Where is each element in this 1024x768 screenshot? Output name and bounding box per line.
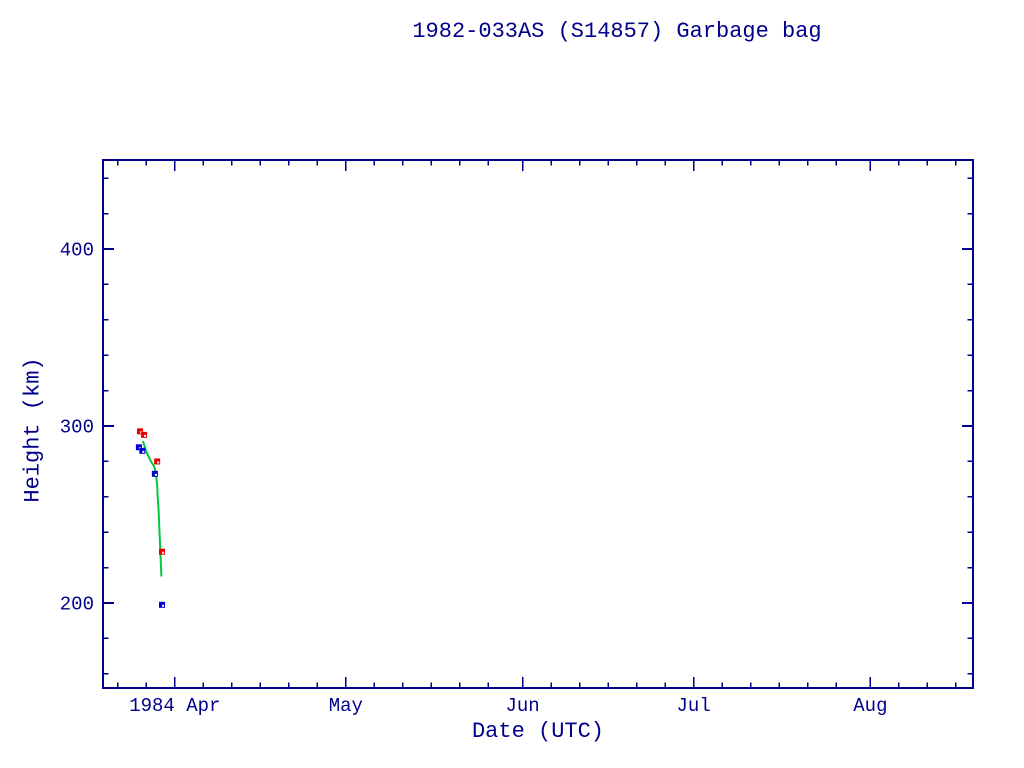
y-axis-title: Height (km) xyxy=(21,357,46,502)
marker-dot xyxy=(162,605,164,607)
y-tick-label: 200 xyxy=(60,594,94,616)
x-axis-title: Date (UTC) xyxy=(472,719,604,744)
x-tick-label: Aug xyxy=(853,695,887,717)
marker-dot xyxy=(157,461,159,463)
x-tick-label: May xyxy=(329,695,363,717)
series-perigee-height xyxy=(136,444,165,608)
x-tick-label: Jul xyxy=(677,695,711,717)
axis-ticks xyxy=(103,160,973,688)
tick-labels: 1984 Apr May Jun Jul Aug 200 300 400 xyxy=(60,240,888,717)
plot-area: 1984 Apr May Jun Jul Aug 200 300 400 xyxy=(0,0,1024,768)
marker-dot xyxy=(142,451,144,453)
marker-dot xyxy=(144,435,146,437)
x-tick-label: 1984 Apr xyxy=(129,695,220,717)
marker-dot xyxy=(162,552,164,554)
y-tick-label: 300 xyxy=(60,417,94,439)
plot-frame xyxy=(103,160,973,688)
satellite-decay-chart-page: 1982-033AS (S14857) Garbage bag 1984 Apr… xyxy=(0,0,1024,768)
y-tick-label: 400 xyxy=(60,240,94,262)
marker-dot xyxy=(155,474,157,476)
x-tick-label: Jun xyxy=(505,695,539,717)
